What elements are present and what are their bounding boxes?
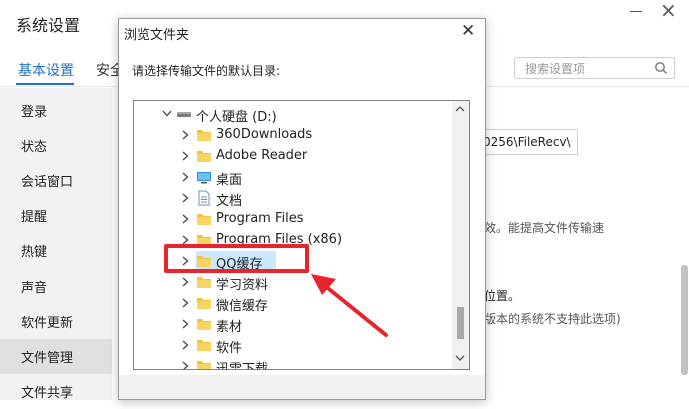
sidebar-item-chat-window[interactable]: 会话窗口 bbox=[0, 163, 112, 198]
sidebar-item-software-update[interactable]: 软件更新 bbox=[0, 304, 112, 339]
tree-item-label: 迅雷下载 bbox=[216, 362, 269, 370]
close-button[interactable]: × bbox=[660, 0, 677, 20]
tab-basic-settings[interactable]: 基本设置 bbox=[18, 60, 74, 80]
scroll-down-icon[interactable] bbox=[455, 354, 465, 362]
tree-item-label: Adobe Reader bbox=[216, 148, 308, 163]
sidebar-item-sound[interactable]: 声音 bbox=[0, 269, 112, 304]
scroll-up-icon[interactable] bbox=[455, 105, 465, 113]
tree-item-label: Program Files bbox=[216, 211, 304, 226]
sidebar-item-label: 软件更新 bbox=[21, 316, 74, 331]
chevron-right-icon[interactable] bbox=[180, 170, 190, 184]
dialog-footer bbox=[119, 375, 485, 399]
tree-item-label: 学习资料 bbox=[216, 278, 269, 293]
chevron-right-icon[interactable] bbox=[180, 338, 190, 352]
sidebar-item-label: 文件共享 bbox=[21, 386, 74, 401]
tree-item-software[interactable]: 软件 bbox=[134, 335, 454, 356]
tree-item-label: 桌面 bbox=[216, 173, 243, 188]
sidebar-item-file-management[interactable]: 文件管理 bbox=[0, 339, 112, 374]
chevron-right-icon[interactable] bbox=[180, 191, 190, 205]
settings-sidebar: 登录 状态 会话窗口 提醒 热键 声音 软件更新 文件管理 文件共享 bbox=[0, 88, 112, 401]
tree-item-xunlei-downloads[interactable]: 迅雷下载 bbox=[134, 356, 454, 370]
folder-icon bbox=[197, 130, 211, 141]
sidebar-item-label: 状态 bbox=[21, 140, 48, 155]
tree-item-label: 文档 bbox=[216, 194, 243, 209]
window-title: 系统设置 bbox=[16, 16, 81, 35]
tree-item-label: 素材 bbox=[216, 320, 243, 335]
tree-item-study-materials[interactable]: 学习资料 bbox=[134, 272, 454, 293]
settings-search[interactable] bbox=[514, 57, 675, 79]
minimize-button[interactable] bbox=[630, 4, 644, 18]
tree-item-program-files[interactable]: Program Files bbox=[134, 209, 454, 230]
tree-item-desktop[interactable]: 桌面 bbox=[134, 167, 454, 188]
main-scrollbar[interactable] bbox=[681, 265, 688, 375]
folder-icon bbox=[197, 361, 211, 369]
tree-item-label: 软件 bbox=[216, 341, 243, 356]
folder-icon bbox=[197, 319, 211, 330]
sidebar-item-label: 热键 bbox=[21, 245, 48, 260]
folder-icon bbox=[197, 151, 211, 162]
chevron-right-icon[interactable] bbox=[180, 149, 190, 163]
search-icon[interactable] bbox=[654, 61, 668, 75]
tree-item-assets[interactable]: 素材 bbox=[134, 314, 454, 335]
sidebar-item-reminder[interactable]: 提醒 bbox=[0, 198, 112, 233]
scrollbar-thumb[interactable] bbox=[457, 307, 464, 339]
chevron-right-icon[interactable] bbox=[180, 212, 190, 226]
chevron-down-icon[interactable] bbox=[162, 107, 172, 121]
tree-item-label: 360Downloads bbox=[216, 127, 313, 142]
tree-item-drive-d[interactable]: 个人硬盘 (D:) bbox=[134, 104, 454, 125]
document-icon bbox=[198, 190, 210, 206]
tree-item-wechat-cache[interactable]: 微信缓存 bbox=[134, 293, 454, 314]
sidebar-item-file-sharing[interactable]: 文件共享 bbox=[0, 374, 112, 409]
folder-tree: 个人硬盘 (D:) 360Downloads Adobe Reader 桌面 文… bbox=[133, 100, 470, 370]
chevron-right-icon[interactable] bbox=[180, 296, 190, 310]
dialog-close-button[interactable]: ✕ bbox=[461, 21, 475, 41]
folder-icon bbox=[197, 298, 211, 309]
folder-icon bbox=[197, 214, 211, 225]
sidebar-item-label: 登录 bbox=[21, 105, 48, 120]
tree-item-label: 个人硬盘 (D:) bbox=[196, 110, 277, 125]
folder-icon bbox=[197, 277, 211, 288]
desktop-icon bbox=[197, 172, 211, 184]
receive-folder-path-field[interactable]: 0256\FileRecv\ bbox=[476, 129, 578, 155]
chevron-right-icon[interactable] bbox=[180, 359, 190, 370]
search-input[interactable] bbox=[523, 59, 647, 79]
old-system-note: 版本的系统不支持此选项) bbox=[484, 312, 621, 326]
tree-scrollbar[interactable] bbox=[452, 101, 469, 369]
annotation-highlight-box bbox=[164, 244, 309, 273]
tree-item-label: 微信缓存 bbox=[216, 299, 269, 314]
drive-icon bbox=[177, 112, 191, 117]
tree-item-adobe-reader[interactable]: Adobe Reader bbox=[134, 146, 454, 167]
location-text: 位置。 bbox=[484, 289, 521, 303]
tree-item-documents[interactable]: 文档 bbox=[134, 188, 454, 209]
sidebar-item-hotkeys[interactable]: 热键 bbox=[0, 233, 112, 268]
sidebar-item-label: 文件管理 bbox=[21, 351, 74, 366]
tree-item-360downloads[interactable]: 360Downloads bbox=[134, 125, 454, 146]
active-tab-indicator bbox=[16, 83, 74, 85]
chevron-right-icon[interactable] bbox=[180, 317, 190, 331]
speed-hint-text: 效。能提高文件传输速 bbox=[484, 221, 605, 235]
sidebar-item-status[interactable]: 状态 bbox=[0, 128, 112, 163]
sidebar-item-label: 会话窗口 bbox=[21, 175, 74, 190]
chevron-right-icon[interactable] bbox=[180, 275, 190, 289]
dialog-title: 浏览文件夹 bbox=[124, 28, 190, 43]
sidebar-item-label: 声音 bbox=[21, 281, 48, 296]
browse-folder-dialog: 浏览文件夹 ✕ 请选择传输文件的默认目录: 个人硬盘 (D:) 360Downl… bbox=[118, 18, 486, 400]
sidebar-item-login[interactable]: 登录 bbox=[0, 93, 112, 128]
sidebar-item-label: 提醒 bbox=[21, 210, 48, 225]
dialog-prompt: 请选择传输文件的默认目录: bbox=[132, 64, 281, 78]
chevron-right-icon[interactable] bbox=[180, 128, 190, 142]
folder-icon bbox=[197, 340, 211, 351]
